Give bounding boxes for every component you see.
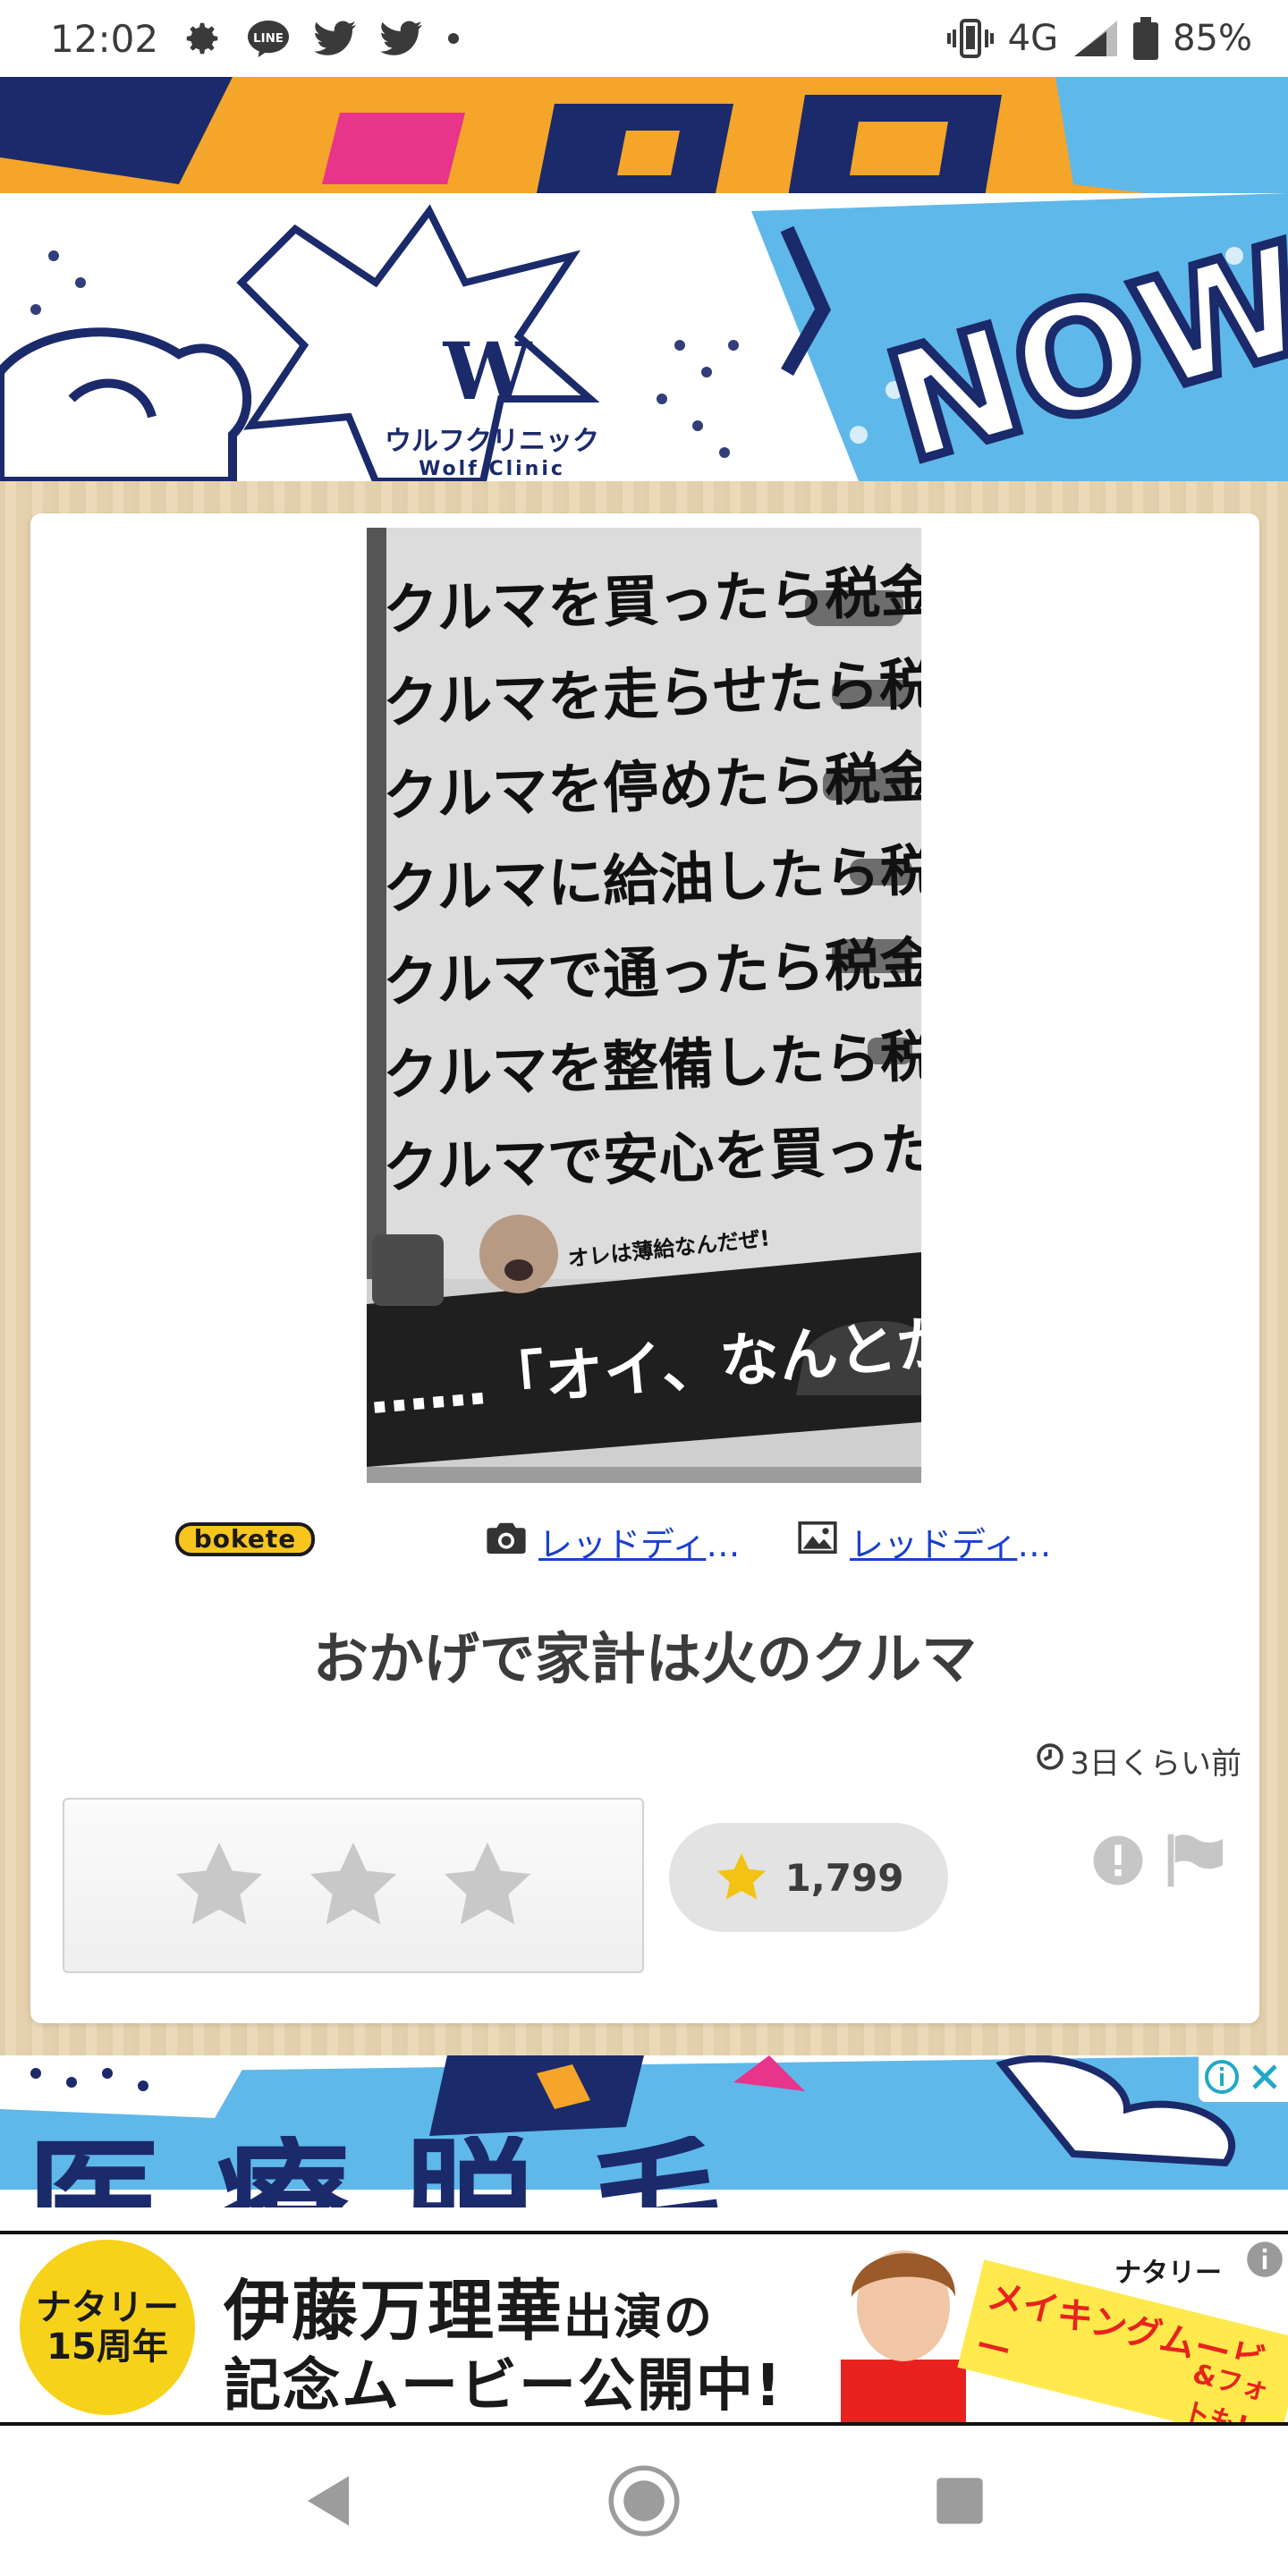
vibrate-icon bbox=[946, 19, 994, 58]
ad-info-icon[interactable] bbox=[1245, 2240, 1284, 2283]
rate-star-2-button[interactable] bbox=[304, 1836, 402, 1935]
battery-icon bbox=[1133, 17, 1159, 60]
photo-credit[interactable]: レッドディザ… bbox=[487, 1517, 771, 1566]
star-count-button[interactable]: 1,799 bbox=[669, 1823, 948, 1932]
status-bar-right: 4G 85% bbox=[946, 17, 1252, 60]
ad-banner-natalie[interactable]: ナタリー 15周年 伊藤万理華出演の 記念ムービー公開中! メイキングムービー … bbox=[0, 2231, 1288, 2426]
bokete-logo-text: bokete bbox=[193, 1524, 297, 1554]
ad-headline: 伊藤万理華出演の bbox=[224, 2258, 714, 2353]
line-icon: LINE bbox=[246, 18, 291, 59]
post-caption: おかげで家計は火のクルマ bbox=[312, 1626, 978, 1691]
image-icon bbox=[798, 1521, 837, 1562]
svg-text:W: W bbox=[443, 325, 533, 418]
camera-icon bbox=[487, 1521, 526, 1562]
nav-back-button[interactable] bbox=[288, 2461, 369, 2541]
back-triangle-icon bbox=[307, 2476, 349, 2526]
rating-box bbox=[63, 1798, 644, 1973]
recents-square-icon bbox=[936, 2478, 983, 2524]
post-photo[interactable]: クルマを買ったら税金 クルマを走らせたら税金 クルマを停めたら税金 クルマに給油… bbox=[367, 528, 921, 1483]
image-credit[interactable]: レッドディザ… bbox=[798, 1517, 1082, 1566]
anniversary-badge: ナタリー 15周年 bbox=[20, 2240, 195, 2415]
star-icon bbox=[716, 1852, 766, 1900]
rate-star-3-button[interactable] bbox=[438, 1836, 537, 1935]
battery-level: 85% bbox=[1173, 18, 1252, 59]
ad-person-image bbox=[841, 2250, 966, 2422]
star-icon bbox=[444, 1842, 531, 1925]
ad-choices bbox=[1199, 2055, 1288, 2102]
home-circle-icon bbox=[608, 2465, 680, 2537]
star-count: 1,799 bbox=[784, 1855, 904, 1900]
banner-logo: ウルフクリニック Wolf Clinic bbox=[376, 419, 608, 480]
status-bar-left: 12:02 LINE bbox=[50, 17, 461, 61]
svg-text:LINE: LINE bbox=[253, 32, 284, 46]
photo-line: クルマで安心を買ったら税 bbox=[381, 1112, 921, 1201]
image-credit-link[interactable]: レッドディザ… bbox=[850, 1517, 1082, 1566]
post-timestamp: 3日くらい前 bbox=[1036, 1739, 1241, 1783]
photo-credit-link[interactable]: レッドディザ… bbox=[538, 1517, 771, 1566]
clock: 12:02 bbox=[50, 16, 159, 61]
photo-meta-row: bokete レッドディザ… レッドディザ… bbox=[30, 1497, 1259, 1578]
ad-info-icon[interactable] bbox=[1204, 2059, 1240, 2098]
top-banner-ad[interactable]: W ウルフクリニック Wolf Clinic NOW! bbox=[0, 77, 1288, 481]
twitter-icon bbox=[314, 20, 357, 57]
nav-recents-button[interactable] bbox=[919, 2461, 1000, 2541]
gear-icon bbox=[182, 18, 223, 59]
timestamp-text: 3日くらい前 bbox=[1070, 1746, 1241, 1782]
ad-close-icon[interactable] bbox=[1247, 2059, 1283, 2098]
network-type: 4G bbox=[1007, 18, 1059, 59]
photo-text-lines: クルマを買ったら税金 クルマを走らせたら税金 クルマを停めたら税金 クルマに給油… bbox=[382, 555, 921, 1206]
ad-banner-text: 医療脱毛 bbox=[27, 2136, 778, 2207]
signal-icon bbox=[1072, 19, 1119, 58]
ad-banner-clinic[interactable]: 医療脱毛 bbox=[0, 2055, 1288, 2231]
ad-brand: ナタリー bbox=[1114, 2258, 1222, 2289]
status-bar: 12:02 LINE 4G 85% bbox=[0, 0, 1288, 77]
ad-headline-name: 伊藤万理華 bbox=[224, 2273, 564, 2350]
banner-logo-en: Wolf Clinic bbox=[419, 458, 565, 480]
banner-logo-jp: ウルフクリニック bbox=[385, 426, 599, 457]
twitter-icon bbox=[380, 20, 423, 57]
star-icon bbox=[175, 1842, 263, 1925]
anniversary-line-1: ナタリー bbox=[36, 2287, 179, 2328]
rate-star-1-button[interactable] bbox=[170, 1836, 268, 1935]
ad-subline: 記念ムービー公開中! bbox=[224, 2353, 784, 2419]
ad-headline-suffix: 出演の bbox=[564, 2289, 714, 2345]
flag-icon[interactable] bbox=[1163, 1832, 1225, 1889]
anniversary-line-2: 15周年 bbox=[47, 2326, 168, 2368]
system-nav-bar bbox=[0, 2426, 1288, 2576]
report-icon[interactable] bbox=[1091, 1834, 1145, 1887]
dot-icon bbox=[446, 31, 461, 46]
star-icon bbox=[309, 1842, 397, 1925]
clock-icon bbox=[1036, 1742, 1064, 1779]
nav-home-button[interactable] bbox=[604, 2461, 684, 2541]
post-card: クルマを買ったら税金 クルマを走らせたら税金 クルマを停めたら税金 クルマに給油… bbox=[30, 513, 1259, 2023]
bokete-logo[interactable]: bokete bbox=[174, 1510, 317, 1567]
